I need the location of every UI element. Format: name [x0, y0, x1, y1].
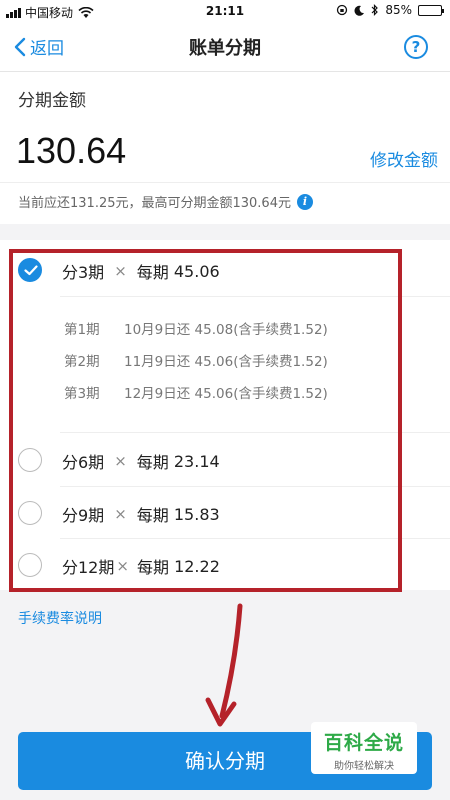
per-label: 每期	[136, 263, 169, 282]
schedule-period: 第1期	[64, 322, 100, 338]
help-icon[interactable]: ?	[404, 35, 428, 59]
times-sign: ×	[116, 557, 129, 575]
schedule-detail: 12月9日还 45.06(含手续费1.52)	[124, 386, 328, 402]
amount-card: 分期金额 130.64 修改金额 当前应还131.25元，最高可分期金额130.…	[0, 72, 450, 224]
page-title: 账单分期	[189, 38, 261, 59]
moon-icon	[354, 5, 365, 16]
radio-checked-icon[interactable]	[18, 258, 42, 282]
watermark: 百科全说 助你轻松解决	[311, 722, 417, 774]
watermark-title: 百科全说	[323, 732, 404, 754]
radio-unchecked-icon[interactable]	[18, 448, 42, 472]
plan-name: 分3期	[62, 263, 105, 282]
per-amount: 23.14	[173, 451, 220, 471]
plan-text: 分12期 × 每期 12.22	[62, 554, 220, 578]
modify-amount-link[interactable]: 修改金额	[370, 146, 438, 171]
plan-name: 分12期	[62, 558, 115, 577]
installment-plans: 分3期 × 每期 45.06 第1期 10月9日还 45.08(含手续费1.52)…	[0, 240, 450, 590]
plan-text: 分3期 × 每期 45.06	[62, 259, 220, 283]
plan-option-9[interactable]: 分9期 × 每期 15.83	[0, 487, 450, 539]
arrow-down-annotation-icon	[205, 603, 243, 727]
plan-option-12[interactable]: 分12期 × 每期 12.22	[0, 539, 450, 591]
plan-text: 分6期 × 每期 23.14	[62, 449, 220, 473]
per-label: 每期	[136, 506, 169, 525]
info-icon[interactable]: i	[296, 193, 313, 210]
times-sign: ×	[114, 452, 127, 470]
plan-option-6[interactable]: 分6期 × 每期 23.14	[0, 434, 450, 486]
per-amount: 45.06	[173, 261, 220, 281]
times-sign: ×	[114, 505, 127, 523]
bluetooth-icon	[371, 4, 379, 16]
per-amount: 12.22	[174, 556, 220, 576]
repayment-schedule: 第1期 10月9日还 45.08(含手续费1.52) 第2期 11月9日还 45.0…	[0, 294, 450, 434]
radio-unchecked-icon[interactable]	[18, 553, 42, 577]
amount-label: 分期金额	[18, 91, 86, 111]
watermark-subtitle: 助你轻松解决	[334, 761, 394, 772]
divider	[0, 182, 450, 183]
battery-icon	[418, 4, 444, 16]
plan-name: 分6期	[62, 453, 105, 472]
schedule-period: 第2期	[64, 354, 100, 370]
status-bar: 中国移动 21:11 85%	[0, 0, 450, 22]
amount-hint: 当前应还131.25元，最高可分期金额130.64元 i	[18, 192, 313, 211]
per-label: 每期	[136, 453, 169, 472]
schedule-line: 第1期 10月9日还 45.08(含手续费1.52)	[64, 318, 328, 338]
plan-option-3[interactable]: 分3期 × 每期 45.06	[0, 244, 450, 296]
amount-hint-text: 当前应还131.25元，最高可分期金额130.64元	[18, 196, 291, 211]
times-sign: ×	[114, 262, 127, 280]
status-right: 85%	[336, 3, 444, 17]
radio-unchecked-icon[interactable]	[18, 501, 42, 525]
per-amount: 15.83	[173, 504, 220, 524]
schedule-line: 第3期 12月9日还 45.06(含手续费1.52)	[64, 382, 328, 402]
schedule-line: 第2期 11月9日还 45.06(含手续费1.52)	[64, 350, 328, 370]
plan-text: 分9期 × 每期 15.83	[62, 502, 220, 526]
per-label: 每期	[136, 558, 169, 577]
battery-percent: 85%	[385, 3, 412, 17]
schedule-detail: 11月9日还 45.06(含手续费1.52)	[124, 354, 328, 370]
schedule-period: 第3期	[64, 386, 100, 402]
lock-rotation-icon	[337, 4, 348, 16]
fee-rate-link[interactable]: 手续费率说明	[18, 608, 102, 628]
amount-value: 130.64	[16, 130, 127, 171]
divider	[60, 432, 450, 433]
nav-bar: 返回 账单分期 ?	[0, 22, 450, 72]
plan-name: 分9期	[62, 506, 105, 525]
schedule-detail: 10月9日还 45.08(含手续费1.52)	[124, 322, 328, 338]
